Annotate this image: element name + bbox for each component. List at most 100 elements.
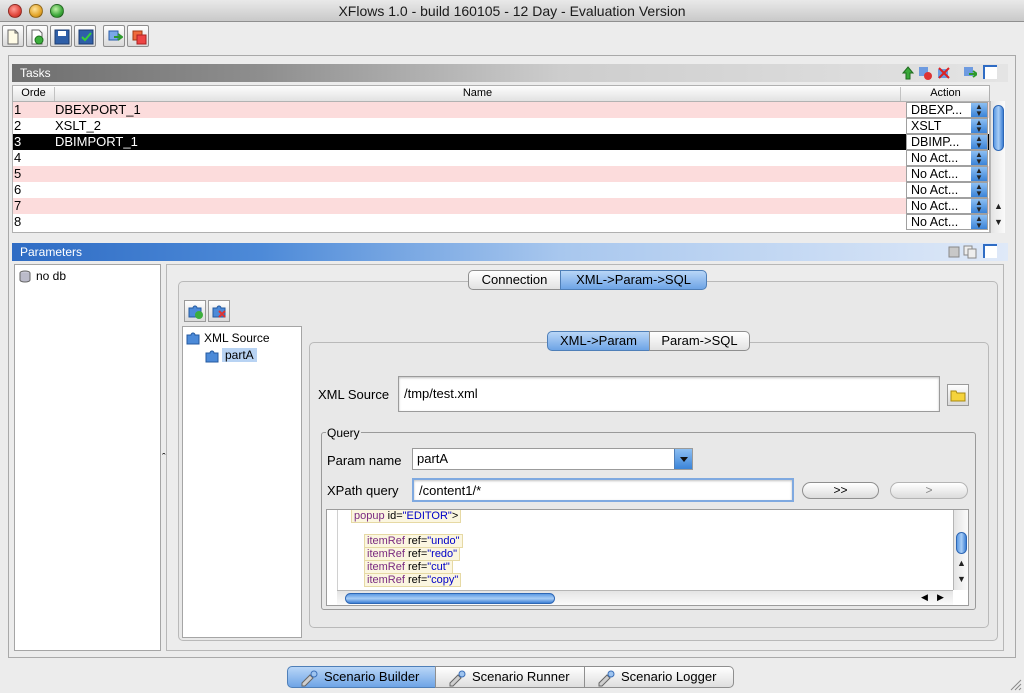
tasks-scroll-thumb[interactable] (993, 105, 1004, 151)
tasks-table: Orde Name Action 1 DBEXPORT_1 DBEXP... ▲ ▼… (12, 85, 990, 233)
new-file-button[interactable] (2, 25, 24, 47)
move-up-icon[interactable] (901, 66, 915, 80)
save-button[interactable] (50, 25, 72, 47)
column-order[interactable]: Orde (13, 87, 55, 101)
param-name-select[interactable]: partA (412, 448, 693, 470)
add-node-button[interactable] (184, 300, 206, 322)
tab-xml-param-sql[interactable]: XML->Param->SQL (560, 270, 707, 290)
folder-icon (950, 390, 966, 402)
row-order: 6 (14, 182, 22, 197)
tasks-title: Tasks (20, 66, 51, 80)
database-icon[interactable] (947, 245, 961, 259)
resize-grip-icon[interactable] (1008, 677, 1022, 691)
new-document-icon (7, 29, 19, 45)
table-row[interactable]: 7 No Act... ▲ ▼ (13, 198, 989, 214)
xml-vertical-scrollbar[interactable]: ▲ ▼ (953, 510, 968, 590)
xml-vscroll-thumb[interactable] (956, 532, 967, 554)
maximize-panel-icon[interactable] (983, 65, 997, 79)
tab-scenario-runner[interactable]: Scenario Runner (435, 666, 585, 688)
action-select[interactable]: No Act... ▲ ▼ (906, 198, 988, 214)
tree-child-parta[interactable]: partA (222, 348, 257, 362)
action-select[interactable]: DBIMP... ▲ ▼ (906, 134, 988, 150)
table-row[interactable]: 6 No Act... ▲ ▼ (13, 182, 989, 198)
xpath-query-field[interactable]: /content1/* (412, 478, 794, 502)
new-scenario-button[interactable] (26, 25, 48, 47)
add-one-button[interactable]: > (890, 482, 968, 499)
scroll-up-icon[interactable]: ▲ (957, 558, 966, 568)
remove-node-button[interactable] (208, 300, 230, 322)
import-button[interactable] (103, 25, 125, 47)
save-validate-button[interactable] (74, 25, 96, 47)
scroll-left-icon[interactable]: ◀ (921, 592, 928, 603)
xml-source-field[interactable]: /tmp/test.xml (398, 376, 940, 412)
tree-root-xml-source[interactable]: XML Source (204, 331, 270, 345)
scroll-down-icon[interactable]: ▼ (994, 217, 1003, 227)
updown-arrows-icon: ▲ ▼ (971, 135, 987, 149)
puzzle-icon (205, 350, 219, 363)
row-order: 3 (14, 134, 22, 149)
scroll-down-icon[interactable]: ▼ (957, 574, 966, 584)
export-stack-icon (132, 30, 147, 45)
parameters-header: Parameters (12, 243, 1008, 261)
action-select[interactable]: XSLT ▲ ▼ (906, 118, 988, 134)
logger-icon (598, 670, 615, 687)
row-order: 1 (14, 102, 22, 117)
export-button[interactable] (127, 25, 149, 47)
db-tree-item[interactable]: no db (36, 269, 66, 283)
table-row[interactable]: 2 XSLT_2 XSLT ▲ ▼ (13, 118, 989, 134)
updown-arrows-icon: ▲ ▼ (971, 119, 987, 133)
save-icon (54, 29, 70, 45)
action-value: DBEXP... (911, 103, 963, 117)
column-action[interactable]: Action (901, 87, 989, 101)
maximize-panel-icon[interactable] (983, 244, 997, 258)
scroll-up-icon[interactable]: ▲ (994, 201, 1003, 211)
tasks-scrollbar[interactable]: ▲ ▼ (990, 101, 1005, 233)
row-order: 4 (14, 150, 22, 165)
database-tree: no db (14, 264, 161, 651)
remove-task-icon[interactable] (918, 66, 932, 80)
row-order: 2 (14, 118, 22, 133)
xml-preview[interactable]: popup id="EDITOR"> itemRef ref="undo" it… (326, 509, 969, 606)
add-all-button[interactable]: >> (802, 482, 879, 499)
title-bar: XFlows 1.0 - build 160105 - 12 Day - Eva… (0, 0, 1024, 22)
action-select[interactable]: No Act... ▲ ▼ (906, 182, 988, 198)
table-row[interactable]: 8 No Act... ▲ ▼ (13, 214, 989, 230)
builder-icon (301, 670, 318, 687)
updown-arrows-icon: ▲ ▼ (971, 215, 987, 229)
column-name[interactable]: Name (55, 87, 901, 101)
xml-line: itemRef ref="cut" (364, 560, 453, 574)
delete-task-icon[interactable] (937, 66, 951, 80)
table-row[interactable]: 5 No Act... ▲ ▼ (13, 166, 989, 182)
action-select[interactable]: DBEXP... ▲ ▼ (906, 102, 988, 118)
tab-connection[interactable]: Connection (468, 270, 561, 290)
xml-horizontal-scrollbar[interactable]: ◀ ▶ (337, 590, 953, 605)
action-select[interactable]: No Act... ▲ ▼ (906, 166, 988, 182)
tab-scenario-logger[interactable]: Scenario Logger (584, 666, 734, 688)
puzzle-add-icon (188, 305, 203, 319)
table-row[interactable]: 3 DBIMPORT_1 DBIMP... ▲ ▼ (13, 134, 989, 150)
tab-scenario-builder[interactable]: Scenario Builder (287, 666, 436, 688)
tab-param-sql[interactable]: Param->SQL (649, 331, 750, 351)
xml-hscroll-thumb[interactable] (345, 593, 555, 604)
action-value: No Act... (911, 199, 959, 213)
tab-label: Scenario Logger (621, 669, 717, 684)
tab-label: Scenario Builder (324, 669, 420, 684)
save-check-icon (78, 29, 94, 45)
updown-arrows-icon: ▲ ▼ (971, 167, 987, 181)
table-row[interactable]: 1 DBEXPORT_1 DBEXP... ▲ ▼ (13, 102, 989, 118)
dropdown-arrow-icon (674, 449, 692, 469)
xml-line: itemRef ref="redo" (364, 547, 461, 561)
parameters-title: Parameters (20, 245, 83, 259)
puzzle-icon (186, 332, 200, 345)
action-select[interactable]: No Act... ▲ ▼ (906, 150, 988, 166)
copy-icon[interactable] (963, 245, 977, 259)
row-name: DBIMPORT_1 (55, 134, 138, 149)
query-legend: Query (326, 426, 361, 440)
action-select[interactable]: No Act... ▲ ▼ (906, 214, 988, 230)
table-row[interactable]: 4 No Act... ▲ ▼ (13, 150, 989, 166)
add-task-icon[interactable] (963, 66, 977, 80)
scroll-right-icon[interactable]: ▶ (937, 592, 944, 603)
action-value: No Act... (911, 183, 959, 197)
browse-file-button[interactable] (947, 384, 969, 406)
tab-xml-param[interactable]: XML->Param (547, 331, 650, 351)
